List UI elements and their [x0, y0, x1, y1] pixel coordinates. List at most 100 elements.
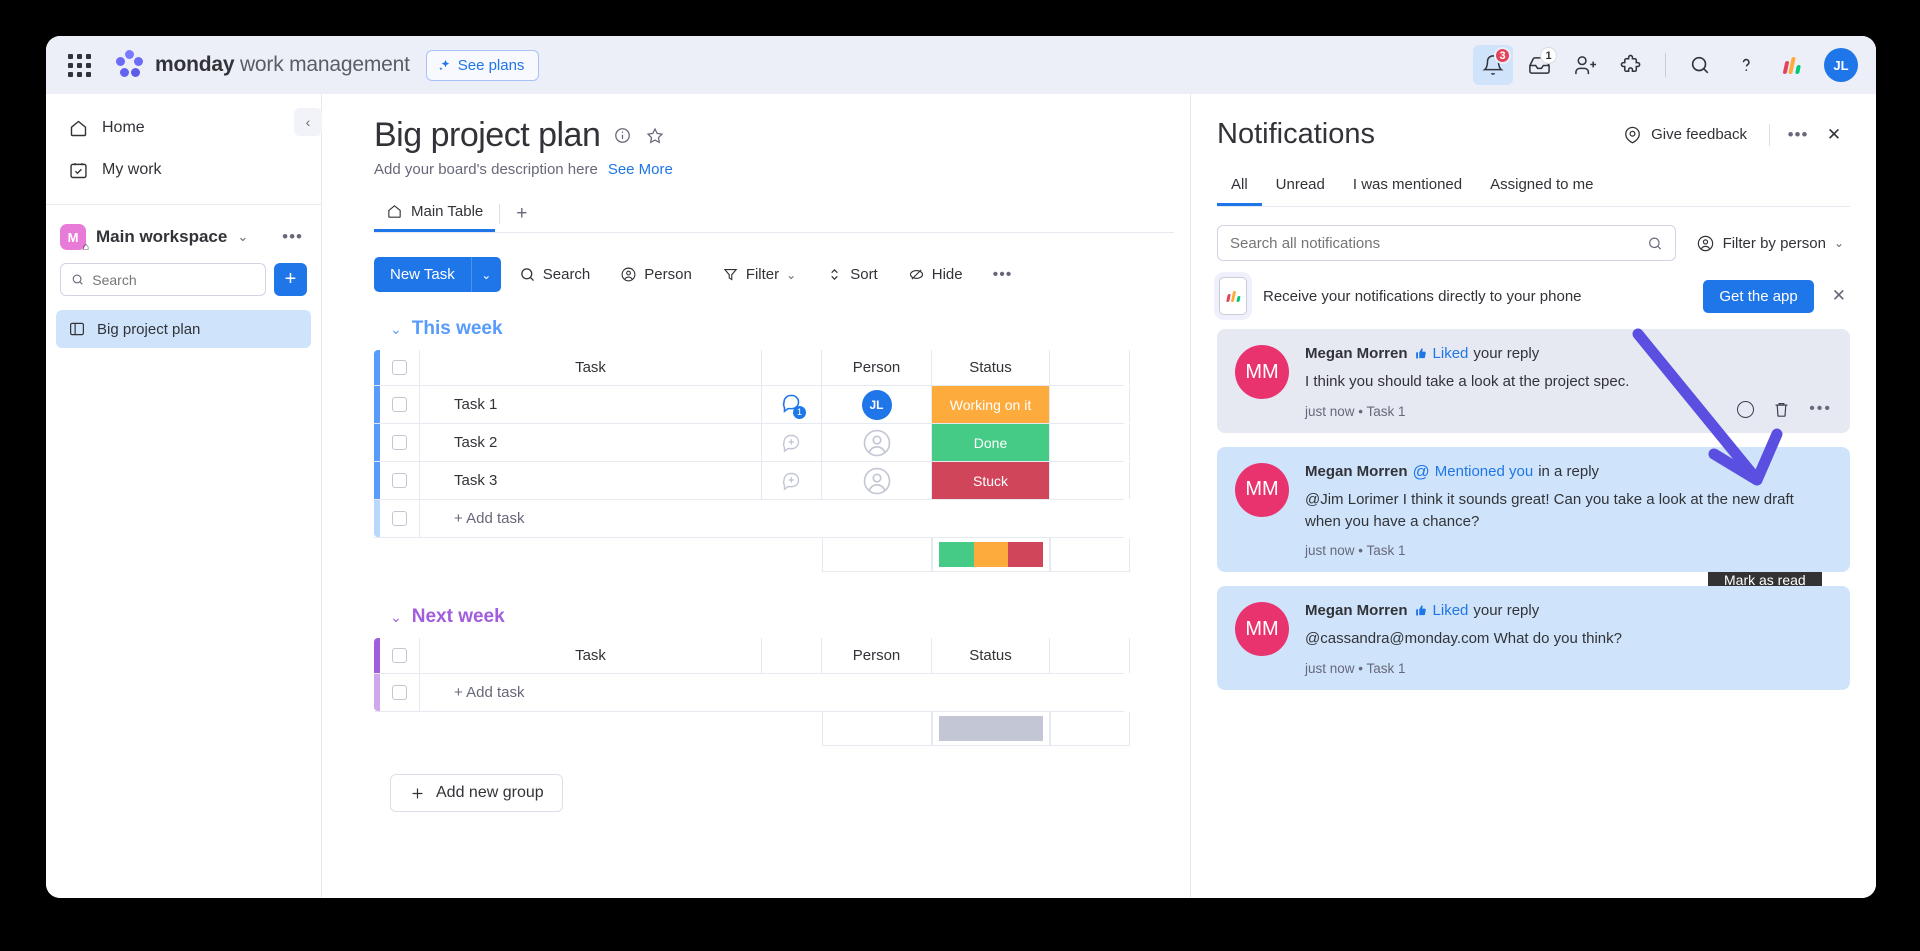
search-input[interactable] — [1230, 234, 1639, 252]
new-task-button[interactable]: New Task ⌄ — [374, 257, 501, 292]
row-checkbox[interactable] — [380, 462, 420, 499]
column-header-task[interactable]: Task — [420, 638, 762, 673]
sidebar-add-button[interactable]: + — [274, 263, 307, 296]
info-icon[interactable] — [613, 126, 632, 145]
row-checkbox[interactable] — [380, 386, 420, 423]
notification-action-link[interactable]: Mentioned you — [1435, 463, 1533, 480]
invite-members-button[interactable] — [1565, 45, 1605, 85]
table-row[interactable]: Task 2 Done — [374, 424, 1130, 462]
notifications-bell-button[interactable]: 3 — [1473, 45, 1513, 85]
column-header-person[interactable]: Person — [822, 350, 932, 385]
chevron-down-icon[interactable]: ⌄ — [1834, 236, 1844, 250]
brand-bold: monday — [155, 53, 235, 76]
row-person-cell[interactable] — [822, 462, 932, 499]
tab-unread[interactable]: Unread — [1262, 169, 1339, 206]
notification-action-link[interactable]: Liked — [1433, 345, 1469, 362]
notification-item[interactable]: MM Megan Morren Liked your reply I think… — [1217, 329, 1850, 433]
inbox-button[interactable]: 1 — [1519, 45, 1559, 85]
select-all-checkbox[interactable] — [380, 350, 420, 385]
row-status-cell[interactable]: Stuck — [932, 462, 1050, 499]
column-header-add[interactable] — [1050, 350, 1130, 385]
add-new-group-button[interactable]: Add new group — [390, 774, 563, 812]
close-panel-button[interactable]: ✕ — [1818, 119, 1850, 151]
tab-all[interactable]: All — [1217, 169, 1262, 206]
sidebar-item-my-work[interactable]: My work — [56, 150, 311, 190]
add-task-cell[interactable]: + Add task — [420, 500, 1124, 537]
see-more-link[interactable]: See More — [608, 161, 673, 178]
workspace-more-button[interactable]: ••• — [278, 227, 307, 247]
sidebar-search-input[interactable] — [92, 271, 255, 288]
chevron-down-icon[interactable]: ⌄ — [390, 321, 402, 338]
summary-status-bar[interactable] — [932, 712, 1050, 746]
summary-status-bar[interactable] — [932, 538, 1050, 572]
workspace-row[interactable]: M ⌂ Main workspace ⌄ ••• — [46, 217, 321, 257]
search-button[interactable] — [1680, 45, 1720, 85]
row-updates-button[interactable] — [762, 424, 822, 461]
row-task-name[interactable]: Task 2 — [420, 424, 762, 461]
filter-by-person-button[interactable]: Filter by person ⌄ — [1690, 228, 1850, 259]
star-favorite-icon[interactable] — [645, 126, 665, 146]
row-checkbox[interactable] — [380, 424, 420, 461]
table-row[interactable]: Task 3 Stuck — [374, 462, 1130, 500]
add-task-row[interactable]: + Add task — [374, 500, 1124, 538]
monday-home-button[interactable] — [1772, 45, 1812, 85]
notification-more-button[interactable]: ••• — [1809, 400, 1832, 418]
apps-grid-icon[interactable] — [68, 53, 91, 77]
board-hide-button[interactable]: Hide — [896, 259, 975, 290]
get-the-app-button[interactable]: Get the app — [1703, 279, 1814, 313]
add-task-cell[interactable]: + Add task — [420, 674, 1124, 711]
mark-as-read-button[interactable] — [1737, 400, 1755, 418]
notifications-more-button[interactable]: ••• — [1782, 119, 1814, 151]
see-plans-button[interactable]: See plans — [425, 49, 540, 81]
column-header-task[interactable]: Task — [420, 350, 762, 385]
row-updates-button[interactable] — [762, 462, 822, 499]
add-task-row[interactable]: + Add task — [374, 674, 1124, 712]
sidebar-item-home[interactable]: Home — [56, 108, 311, 148]
board-person-filter-button[interactable]: Person — [608, 259, 704, 290]
table-row[interactable]: Task 1 1 JL Working on it — [374, 386, 1130, 424]
dismiss-promo-button[interactable]: ✕ — [1830, 286, 1848, 306]
notification-item[interactable]: MM Megan Morren Liked your reply @cassan… — [1217, 586, 1850, 690]
sidebar-collapse-button[interactable]: ‹ — [294, 108, 322, 136]
column-header-status[interactable]: Status — [932, 350, 1050, 385]
row-checkbox[interactable] — [380, 674, 420, 711]
board-more-button[interactable]: ••• — [981, 259, 1025, 291]
row-checkbox[interactable] — [380, 500, 420, 537]
give-feedback-button[interactable]: Give feedback — [1613, 119, 1757, 150]
row-status-cell[interactable]: Done — [932, 424, 1050, 461]
chevron-down-icon[interactable]: ⌄ — [237, 229, 248, 245]
column-header-status[interactable]: Status — [932, 638, 1050, 673]
row-person-cell[interactable] — [822, 424, 932, 461]
person-icon — [1697, 235, 1713, 251]
user-avatar[interactable]: JL — [1824, 48, 1858, 82]
board-sort-button[interactable]: Sort — [814, 259, 890, 290]
row-person-cell[interactable]: JL — [822, 386, 932, 423]
notification-time: just now — [1305, 661, 1355, 676]
new-task-dropdown-arrow[interactable]: ⌄ — [470, 257, 501, 292]
sidebar-divider — [46, 204, 321, 205]
board-person-label: Person — [644, 266, 692, 283]
sidebar-item-big-project-plan[interactable]: Big project plan — [56, 310, 311, 348]
chevron-down-icon[interactable]: ⌄ — [390, 609, 402, 626]
row-status-cell[interactable]: Working on it — [932, 386, 1050, 423]
tab-assigned-to-me[interactable]: Assigned to me — [1476, 169, 1607, 206]
notification-item[interactable]: MM Megan Morren @ Mentioned you in a rep… — [1217, 446, 1850, 573]
notifications-search-box[interactable] — [1217, 225, 1676, 261]
select-all-checkbox[interactable] — [380, 638, 420, 673]
chevron-down-icon[interactable]: ⌄ — [786, 268, 796, 282]
apps-marketplace-button[interactable] — [1611, 45, 1651, 85]
notification-action-link[interactable]: Liked — [1433, 602, 1469, 619]
help-button[interactable] — [1726, 45, 1766, 85]
row-task-name[interactable]: Task 3 — [420, 462, 762, 499]
board-search-button[interactable]: Search — [507, 259, 603, 290]
column-header-add[interactable] — [1050, 638, 1130, 673]
add-tab-button[interactable]: + — [504, 201, 539, 227]
tab-main-table[interactable]: Main Table — [374, 196, 496, 232]
row-updates-button[interactable]: 1 — [762, 386, 822, 423]
sidebar-search-box[interactable] — [60, 263, 266, 296]
row-task-name[interactable]: Task 1 — [420, 386, 762, 423]
delete-notification-button[interactable] — [1772, 400, 1791, 419]
tab-i-was-mentioned[interactable]: I was mentioned — [1339, 169, 1476, 206]
column-header-person[interactable]: Person — [822, 638, 932, 673]
board-filter-button[interactable]: Filter ⌄ — [710, 259, 808, 290]
